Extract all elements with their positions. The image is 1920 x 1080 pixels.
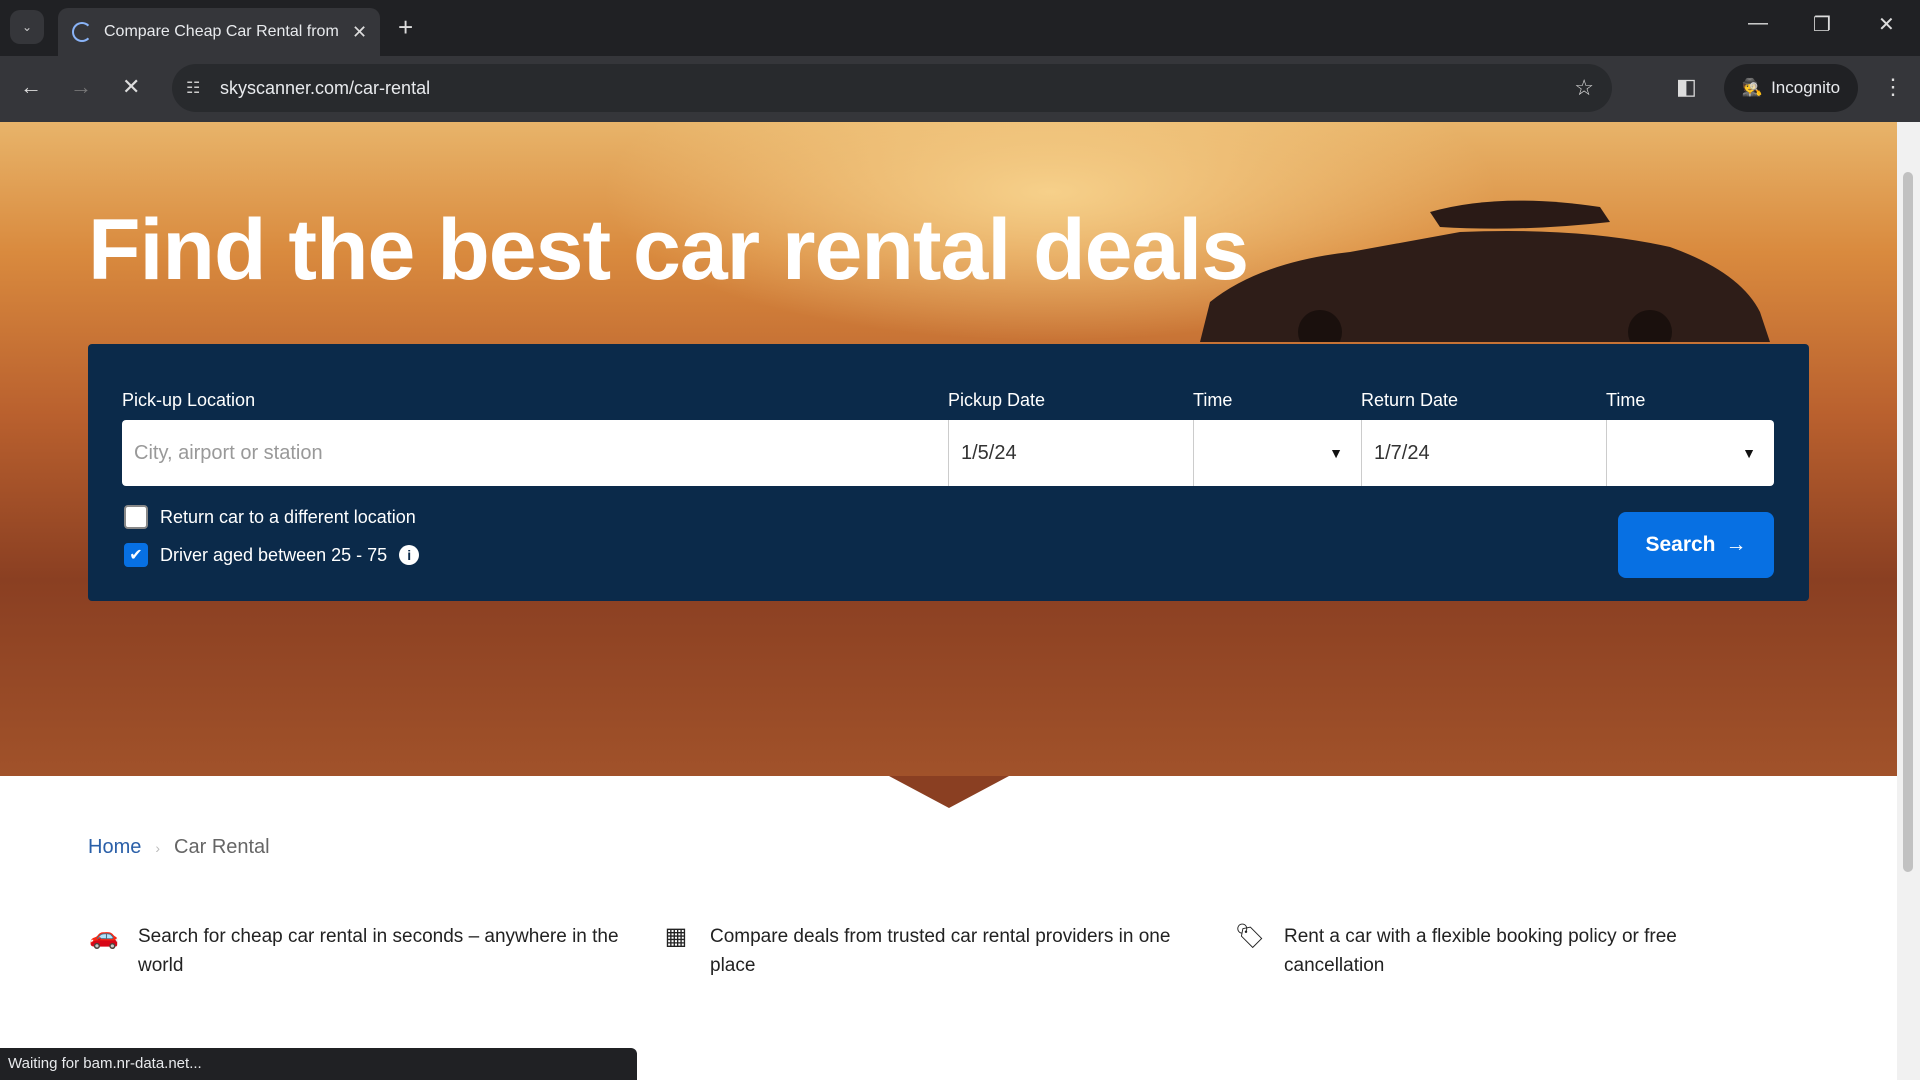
address-toolbar: ← → ✕ ☷ skyscanner.com/car-rental ☆ ◧ 🕵 … [0, 56, 1920, 122]
feature-text: Search for cheap car rental in seconds –… [138, 926, 619, 976]
hero-notch [889, 776, 1009, 808]
page-scrollbar[interactable] [1897, 122, 1920, 1080]
different-location-checkbox-row[interactable]: Return car to a different location [124, 505, 416, 529]
page-title: Find the best car rental deals [88, 202, 1249, 298]
incognito-icon: 🕵 [1741, 78, 1764, 97]
url-text: skyscanner.com/car-rental [220, 77, 431, 98]
pickup-time-label: Time [1193, 390, 1233, 410]
breadcrumb-home-link[interactable]: Home [88, 836, 141, 859]
chevron-right-icon: › [155, 839, 161, 856]
close-tab-icon[interactable]: ✕ [352, 22, 367, 43]
return-date-value: 1/7/24 [1374, 441, 1430, 464]
pickup-date-label: Pickup Date [948, 390, 1046, 410]
browser-tab[interactable]: Compare Cheap Car Rental from ✕ [58, 8, 380, 56]
feature-item: ▦ Compare deals from trusted car rental … [658, 922, 1200, 980]
incognito-badge[interactable]: 🕵 Incognito [1724, 64, 1858, 112]
different-location-label: Return car to a different location [160, 506, 416, 527]
arrow-right-icon: → [1725, 533, 1747, 556]
bookmark-star-icon[interactable]: ☆ [1574, 75, 1594, 101]
chevron-down-icon: ▼ [1742, 445, 1756, 461]
return-date-input[interactable]: 1/7/24 [1362, 420, 1607, 486]
pickup-date-input[interactable]: 1/5/24 [949, 420, 1194, 486]
pickup-location-label: Pick-up Location [122, 390, 256, 410]
driver-age-label: Driver aged between 25 - 75 [160, 544, 388, 565]
search-button[interactable]: Search → [1618, 512, 1774, 578]
status-bar: Waiting for bam.nr-data.net... [0, 1048, 637, 1080]
return-time-select[interactable]: ▼ [1607, 420, 1774, 486]
feature-item: 🏷 Rent a car with a flexible booking pol… [1232, 922, 1774, 980]
calendar-icon: ▦ [664, 923, 688, 950]
pickup-time-select[interactable]: ▼ [1194, 420, 1362, 486]
breadcrumb-current: Car Rental [174, 836, 270, 858]
site-info-icon[interactable]: ☷ [186, 78, 200, 98]
different-location-checkbox[interactable] [124, 505, 148, 529]
car-icon: 🚗 [89, 923, 119, 950]
restore-button[interactable]: ❐ [1813, 12, 1831, 37]
chevron-down-icon: ▼ [1329, 445, 1343, 461]
driver-age-checkbox[interactable]: ✔ [124, 543, 148, 567]
feature-text: Rent a car with a flexible booking polic… [1284, 926, 1677, 976]
pickup-date-value: 1/5/24 [961, 441, 1017, 464]
side-panel-icon[interactable]: ◧ [1676, 74, 1697, 100]
tab-title: Compare Cheap Car Rental from [104, 23, 339, 40]
pickup-location-input[interactable]: City, airport or station [122, 420, 949, 486]
info-icon[interactable]: i [399, 545, 420, 565]
scrollbar-thumb[interactable] [1903, 172, 1913, 872]
incognito-label: Incognito [1771, 78, 1841, 97]
address-bar[interactable]: ☷ skyscanner.com/car-rental ☆ [172, 64, 1612, 112]
pickup-location-placeholder: City, airport or station [134, 441, 323, 464]
breadcrumb: Home › Car Rental [88, 836, 270, 859]
loading-icon [72, 22, 92, 42]
return-time-label: Time [1606, 390, 1646, 410]
search-button-label: Search [1645, 533, 1716, 556]
new-tab-button[interactable]: + [398, 12, 413, 43]
return-date-label: Return Date [1361, 390, 1459, 410]
car-silhouette-image [1200, 200, 1770, 342]
driver-age-checkbox-row[interactable]: ✔ Driver aged between 25 - 75 i [124, 543, 420, 567]
forward-button[interactable]: → [70, 74, 92, 100]
close-window-button[interactable]: ✕ [1878, 12, 1895, 37]
feature-item: 🚗 Search for cheap car rental in seconds… [86, 922, 628, 980]
browser-menu-icon[interactable]: ⋮ [1882, 74, 1904, 100]
stop-loading-button[interactable]: ✕ [122, 74, 140, 100]
browser-tab-bar: ⌄ Compare Cheap Car Rental from ✕ + — ❐ … [0, 0, 1920, 56]
tag-icon: 🏷 [1234, 923, 1266, 950]
car-search-form: Pick-up Location Pickup Date Time Return… [88, 344, 1809, 601]
back-button[interactable]: ← [20, 74, 42, 100]
feature-text: Compare deals from trusted car rental pr… [710, 926, 1171, 976]
tab-search-button[interactable]: ⌄ [10, 10, 44, 44]
minimize-button[interactable]: — [1748, 12, 1768, 35]
